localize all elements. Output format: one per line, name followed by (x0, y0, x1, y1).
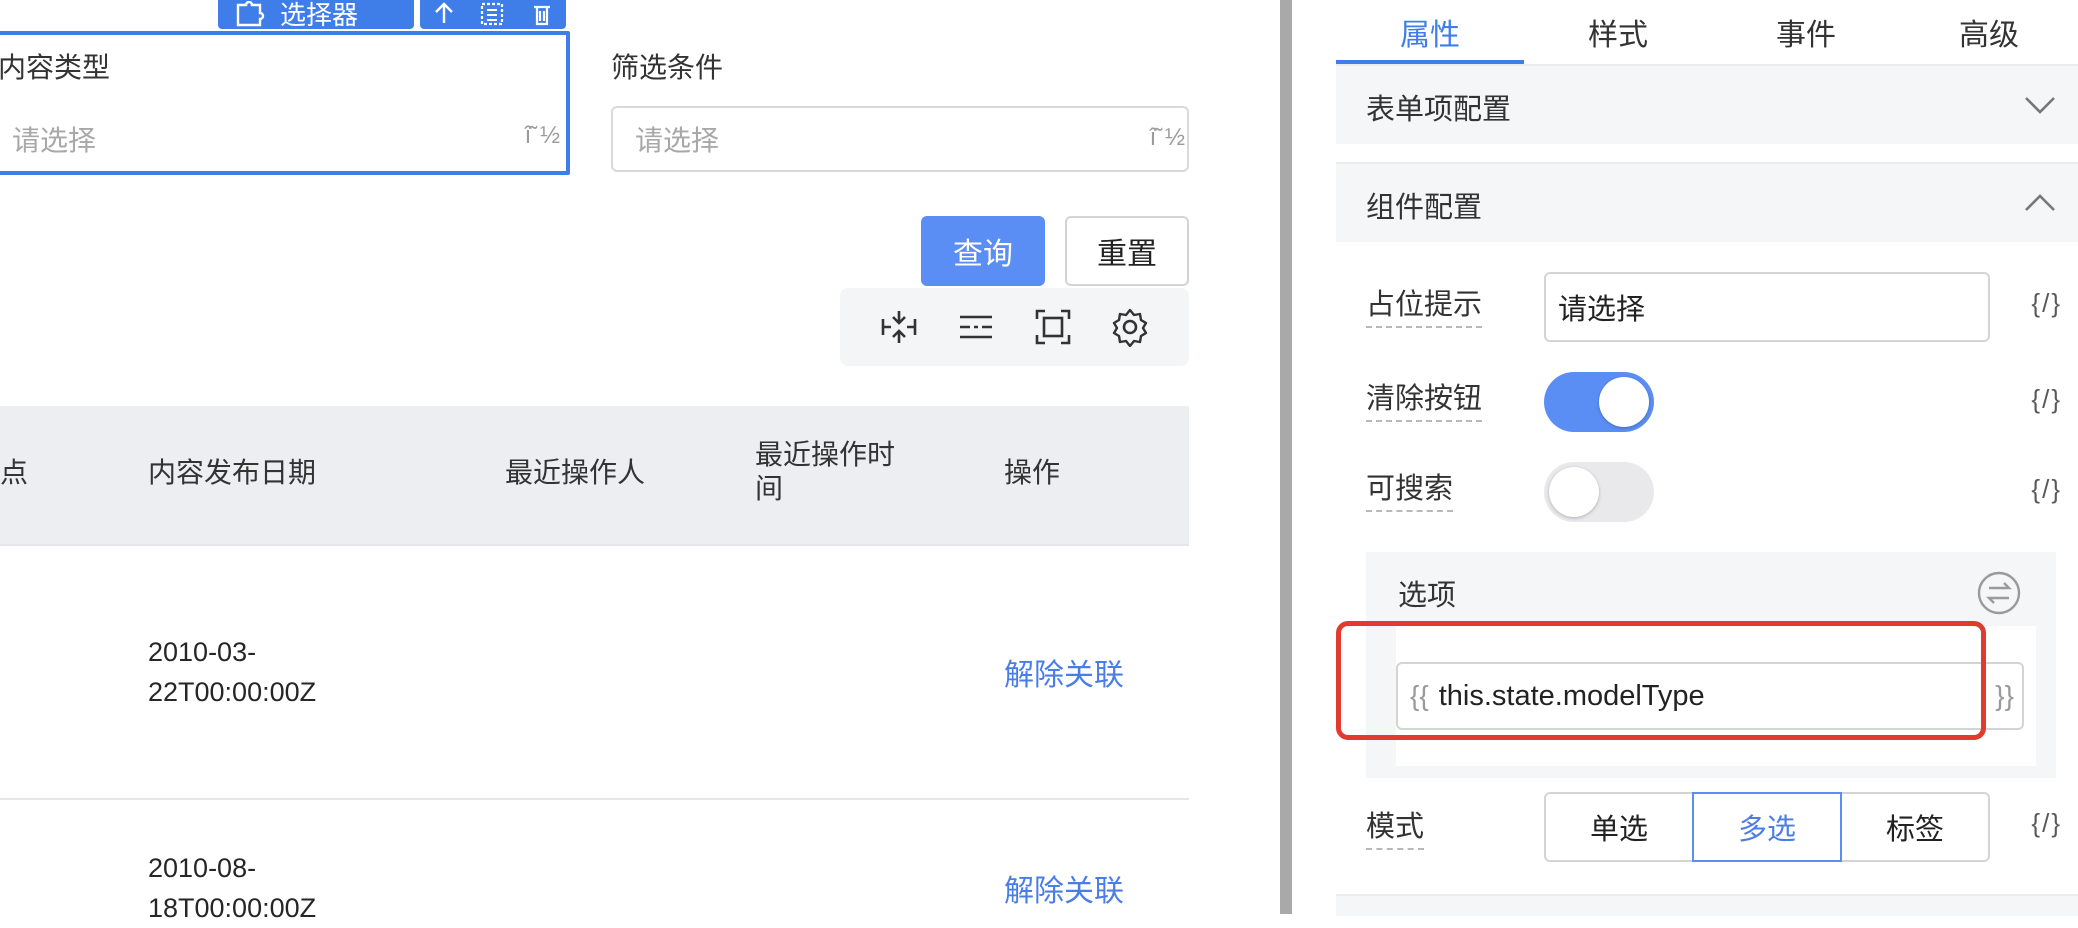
content-type-placeholder: 请选择 (12, 125, 97, 156)
chevron-up-icon (2025, 194, 2055, 211)
annotation-highlight-box (1336, 621, 1986, 740)
query-button[interactable]: 查询 (921, 216, 1045, 286)
mode-label: 模式 (1366, 808, 1425, 850)
select-arrow-icon: î˜ ½ (524, 122, 560, 149)
mode-option-tags[interactable]: 标签 (1840, 792, 1990, 862)
gear-icon[interactable] (1108, 305, 1152, 349)
tab-properties[interactable]: 属性 (1336, 0, 1524, 64)
table-toolbar (840, 288, 1189, 366)
mode-option-multiple[interactable]: 多选 (1692, 792, 1842, 862)
options-title: 选项 (1398, 580, 1457, 612)
clear-button-label: 清除按钮 (1366, 380, 1483, 422)
clear-button-switch[interactable] (1544, 372, 1654, 432)
next-section-header (1336, 894, 2078, 916)
arrow-up-icon[interactable] (431, 1, 457, 27)
mode-option-single[interactable]: 单选 (1544, 792, 1694, 862)
column-header: 最近操作人 (505, 457, 646, 488)
placeholder-label: 占位提示 (1366, 286, 1483, 328)
table-row: 2010-08- 18T00:00:00Z 解除关联 (0, 800, 1189, 923)
designer-canvas: 选择器 内容类型 请选择 î˜ ½ 筛选条件 请选择 î˜ ½ 查询 重置 点 … (0, 0, 1280, 923)
publish-date-cell: 2010-08- 18T00:00:00Z (148, 853, 317, 923)
panel-gutter (1292, 0, 1336, 914)
expression-toggle-icon[interactable]: {/} (2031, 384, 2062, 415)
component-name: 选择器 (280, 0, 359, 30)
component-actions (420, 0, 566, 29)
filter-label-condition: 筛选条件 (611, 52, 724, 83)
section-gap (1336, 144, 2078, 164)
table-row: 2010-03- 22T00:00:00Z 解除关联 (0, 546, 1189, 798)
chevron-down-icon (2025, 97, 2055, 114)
section-title: 组件配置 (1366, 192, 1483, 224)
section-form-item-config[interactable]: 表单项配置 (1336, 66, 2078, 144)
column-header: 操作 (1004, 457, 1061, 488)
fullscreen-icon[interactable] (1031, 305, 1075, 349)
column-header: 点 (0, 457, 29, 488)
publish-date-cell: 2010-03- 22T00:00:00Z (148, 637, 317, 707)
section-title: 表单项配置 (1366, 94, 1512, 126)
property-panel: 属性 样式 事件 高级 表单项配置 组件配置 占位提示 请选择 {/} 清除按钮… (1336, 0, 2078, 916)
panel-resize-divider[interactable] (1280, 0, 1292, 914)
unlink-action[interactable]: 解除关联 (1004, 650, 1124, 694)
section-component-config[interactable]: 组件配置 (1336, 164, 2078, 242)
searchable-switch[interactable] (1544, 462, 1654, 522)
expression-toggle-icon[interactable]: {/} (2031, 808, 2062, 839)
filter-label-content-type: 内容类型 (0, 52, 111, 83)
expression-toggle-icon[interactable]: {/} (2031, 474, 2062, 505)
tab-advanced[interactable]: 高级 (1900, 0, 2078, 64)
unlink-action[interactable]: 解除关联 (1004, 866, 1124, 910)
select-arrow-icon: î˜ ½ (1149, 124, 1185, 151)
tab-style[interactable]: 样式 (1524, 0, 1712, 64)
placeholder-input[interactable]: 请选择 (1544, 272, 1990, 342)
column-header: 内容发布日期 (148, 457, 317, 488)
column-settings-icon[interactable] (954, 305, 998, 349)
copy-icon[interactable] (478, 1, 508, 27)
table-header: 点 内容发布日期 最近操作人 最近操作时 间 操作 (0, 406, 1189, 544)
switch-knob (1599, 377, 1649, 427)
filter-condition-select[interactable]: 请选择 î˜ ½ (611, 106, 1189, 172)
trash-icon[interactable] (529, 1, 555, 27)
tab-events[interactable]: 事件 (1712, 0, 1900, 64)
column-header: 最近操作时 间 (755, 439, 896, 504)
filter-condition-placeholder: 请选择 (635, 125, 720, 156)
compact-density-icon[interactable] (877, 305, 921, 349)
brace-close: }} (1995, 680, 2014, 711)
component-name-tag[interactable]: 选择器 (218, 0, 414, 30)
puzzle-icon (236, 0, 265, 26)
searchable-label: 可搜索 (1366, 470, 1454, 512)
expression-toggle-icon[interactable]: {/} (2031, 288, 2062, 319)
content-type-select[interactable]: 请选择 î˜ ½ (0, 106, 562, 172)
switch-knob (1549, 467, 1599, 517)
reset-button[interactable]: 重置 (1065, 216, 1189, 286)
switch-mode-icon[interactable] (1976, 570, 2022, 616)
